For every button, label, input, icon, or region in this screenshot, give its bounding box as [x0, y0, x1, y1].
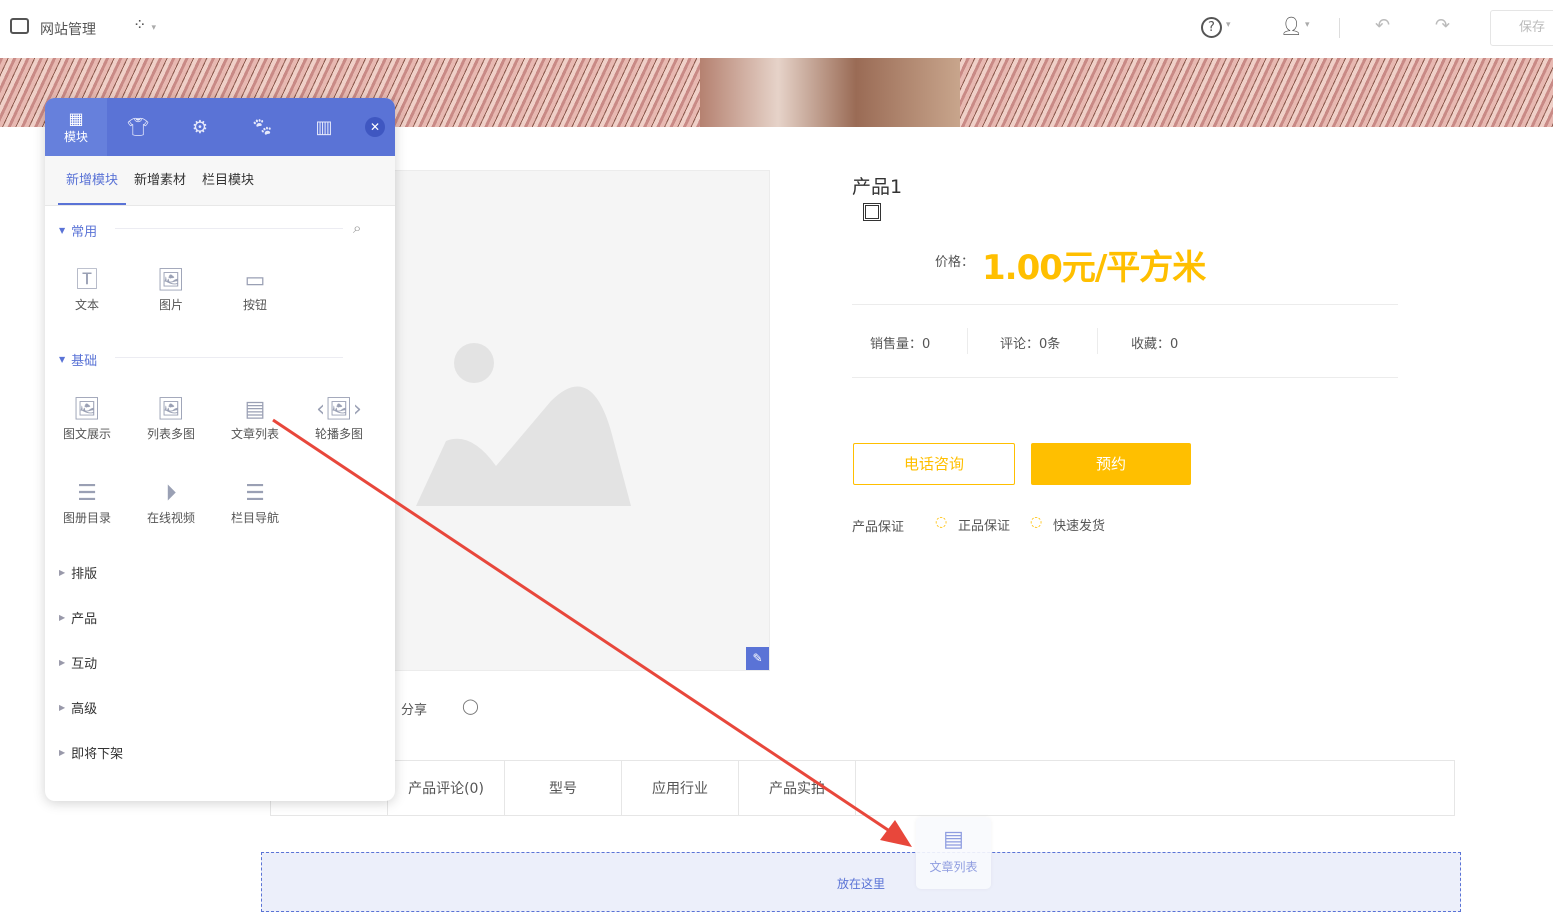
divider [852, 304, 1398, 305]
subtab-column-module[interactable]: 栏目模块 [194, 156, 262, 205]
price-value: 1.00元/平方米 [982, 248, 1206, 288]
check-icon: ◌ [1030, 514, 1043, 530]
grid-icon: ▦ [68, 109, 84, 128]
drop-zone[interactable]: 放在这里 [261, 852, 1461, 912]
share-label[interactable]: 分享 [401, 699, 427, 718]
product-title: 产品1 [852, 176, 903, 198]
comment-count: 评论：0条 [1000, 337, 1061, 352]
guarantee-label: 产品保证 [852, 520, 905, 535]
site-title[interactable]: 网站管理 [40, 19, 96, 39]
save-button[interactable]: 保存 [1490, 10, 1553, 46]
module-button[interactable]: ▭ 按钮 [220, 266, 290, 313]
price-label: 价格： [935, 255, 975, 270]
chevron-down-icon: ▾ [1226, 20, 1231, 30]
shirt-icon[interactable]: 👕︎ [107, 117, 169, 138]
section-deprecated[interactable]: ▶ 即将下架 [59, 743, 123, 762]
module-list-images[interactable]: 🖼︎ 列表多图 [136, 395, 206, 442]
apps-icon[interactable]: ⁘ ▾ [133, 15, 156, 34]
user-icon[interactable]: 👤︎ [1280, 16, 1303, 37]
search-icon[interactable]: ⌕ [353, 219, 361, 237]
module-article-list[interactable]: ▤ 文章列表 [220, 395, 290, 442]
website-icon [10, 18, 29, 34]
tab-module[interactable]: ▦ 模块 [45, 98, 107, 156]
dragged-module-label: 文章列表 [929, 860, 978, 874]
subtab-new-module[interactable]: 新增模块 [58, 156, 127, 205]
section-layout[interactable]: ▶ 排版 [59, 563, 97, 582]
tab-photos[interactable]: 产品实拍 [739, 761, 856, 815]
check-icon: ◌ [935, 514, 948, 530]
top-bar: 网站管理 ⁘ ▾ ? ▾ 👤︎ ▾ ↶ ↷ 保存 [0, 0, 1553, 58]
module-column-nav[interactable]: ☰ 栏目导航 [220, 479, 290, 526]
chevron-down-icon: ▾ [1305, 20, 1310, 30]
help-icon[interactable]: ? [1201, 17, 1222, 38]
module-text[interactable]: 🅃 文本 [52, 266, 122, 313]
dragged-module[interactable]: ▤ 文章列表 [916, 817, 991, 889]
section-basic[interactable]: ▼ 基础 [59, 350, 97, 369]
module-carousel[interactable]: ‹🖼︎› 轮播多图 [304, 395, 374, 442]
divider [852, 377, 1398, 378]
redo-icon[interactable]: ↷ [1435, 15, 1450, 36]
arrow-head [880, 820, 912, 847]
tab-reviews[interactable]: 产品评论(0) [388, 761, 505, 815]
module-image-text[interactable]: 🖼︎ 图文展示 [52, 395, 122, 442]
module-video[interactable]: ⏵ 在线视频 [136, 479, 206, 526]
tab-industry[interactable]: 应用行业 [622, 761, 739, 815]
section-advanced[interactable]: ▶ 高级 [59, 698, 97, 717]
tab-model[interactable]: 型号 [505, 761, 622, 815]
sales-count: 销售量：0 [870, 337, 931, 352]
article-list-icon: ▤ [943, 827, 964, 852]
section-interactive[interactable]: ▶ 互动 [59, 653, 97, 672]
subtab-new-material[interactable]: 新增素材 [126, 156, 194, 205]
guarantee-item: 快速发货 [1053, 519, 1106, 534]
qq-icon[interactable]: ◯ [462, 697, 479, 715]
layout-icon[interactable]: ▥ [293, 117, 355, 138]
close-icon[interactable]: ✕ [365, 117, 385, 137]
guarantee-item: 正品保证 [958, 519, 1011, 534]
book-button[interactable]: 预约 [1031, 443, 1191, 485]
paw-icon[interactable]: 🐾︎ [231, 117, 293, 138]
favorite-count: 收藏：0 [1131, 337, 1179, 352]
phone-consult-button[interactable]: 电话咨询 [853, 443, 1015, 485]
drop-hint: 放在这里 [837, 877, 886, 891]
gear-icon[interactable]: ⚙ [169, 117, 231, 138]
edit-icon[interactable]: ✎ [746, 647, 769, 670]
module-panel: ▦ 模块 👕︎ ⚙ 🐾︎ ▥ ✕ 新增模块 新增素材 栏目模块 ▼ 常用 ⌕ 🅃 文本… [45, 98, 395, 801]
undo-icon[interactable]: ↶ [1375, 15, 1390, 36]
module-image[interactable]: 🖼︎ 图片 [136, 266, 206, 313]
section-common[interactable]: ▼ 常用 [59, 221, 97, 240]
section-product[interactable]: ▶ 产品 [59, 608, 97, 627]
divider [1339, 18, 1340, 38]
qrcode-icon[interactable] [863, 203, 881, 221]
module-album[interactable]: ☰ 图册目录 [52, 479, 122, 526]
product-tabs: 产品评论(0) 型号 应用行业 产品实拍 [270, 760, 1455, 816]
